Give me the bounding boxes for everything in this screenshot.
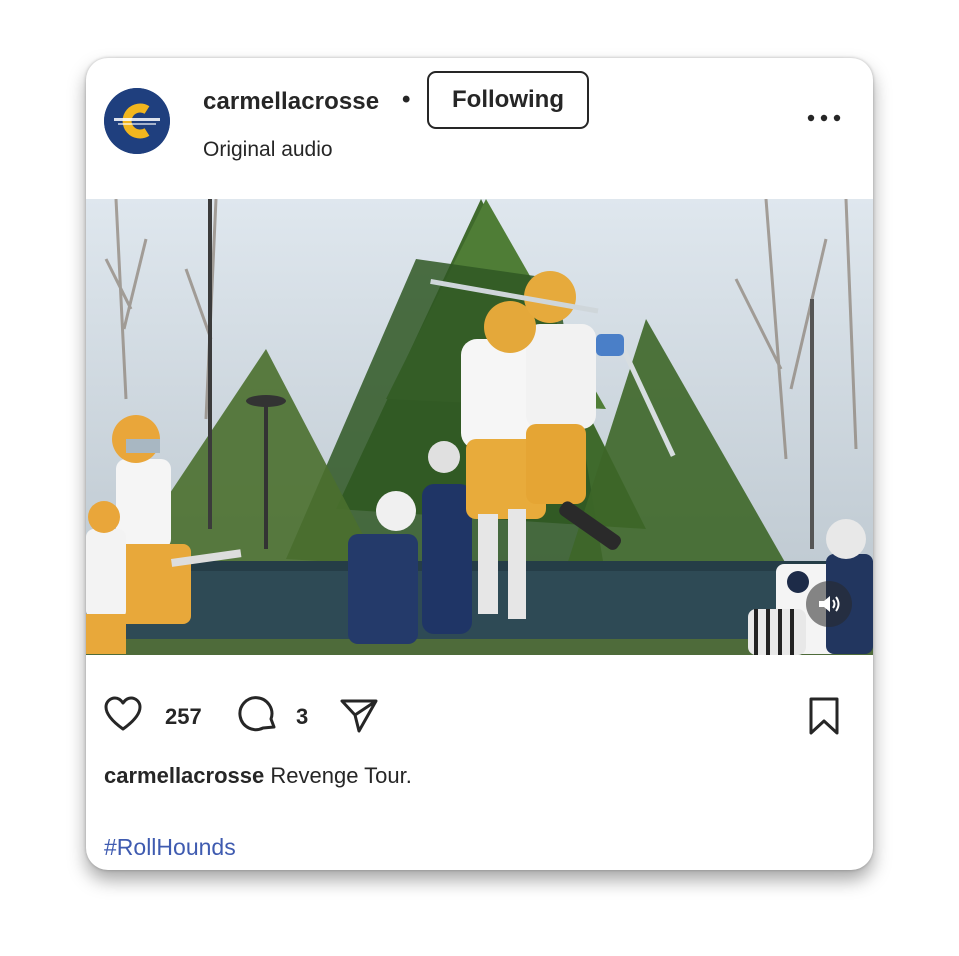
save-button[interactable] [807, 696, 841, 741]
post-actions: 257 3 [86, 686, 873, 746]
like-button[interactable] [104, 696, 142, 737]
post-caption: carmellacrosse Revenge Tour. [104, 763, 412, 789]
more-horizontal-icon [807, 114, 841, 122]
post-header: carmellacrosse • Following Original audi… [86, 58, 873, 198]
caption-username[interactable]: carmellacrosse [104, 763, 264, 788]
heart-icon [104, 696, 142, 731]
comment-button[interactable] [238, 695, 278, 740]
comment-count: 3 [296, 704, 309, 729]
bookmark-icon [809, 697, 839, 735]
separator-dot: • [402, 86, 411, 113]
post-video[interactable] [86, 199, 873, 655]
share-button[interactable] [339, 696, 379, 739]
profile-avatar[interactable] [104, 88, 170, 154]
paper-plane-icon [340, 699, 378, 733]
post-card: carmellacrosse • Following Original audi… [86, 58, 873, 870]
audio-label[interactable]: Original audio [203, 138, 333, 162]
caption-text: Revenge Tour. [270, 763, 412, 788]
comment-bubble-icon [238, 696, 276, 732]
post-username[interactable]: carmellacrosse [203, 88, 379, 116]
hashtag-link[interactable]: #RollHounds [104, 834, 236, 861]
video-frame [86, 199, 873, 655]
mute-toggle-button[interactable] [806, 581, 852, 627]
like-count: 257 [165, 704, 202, 729]
more-options-button[interactable] [802, 103, 846, 133]
following-button[interactable]: Following [427, 71, 589, 129]
team-logo-icon [104, 88, 170, 154]
speaker-icon [819, 596, 840, 612]
